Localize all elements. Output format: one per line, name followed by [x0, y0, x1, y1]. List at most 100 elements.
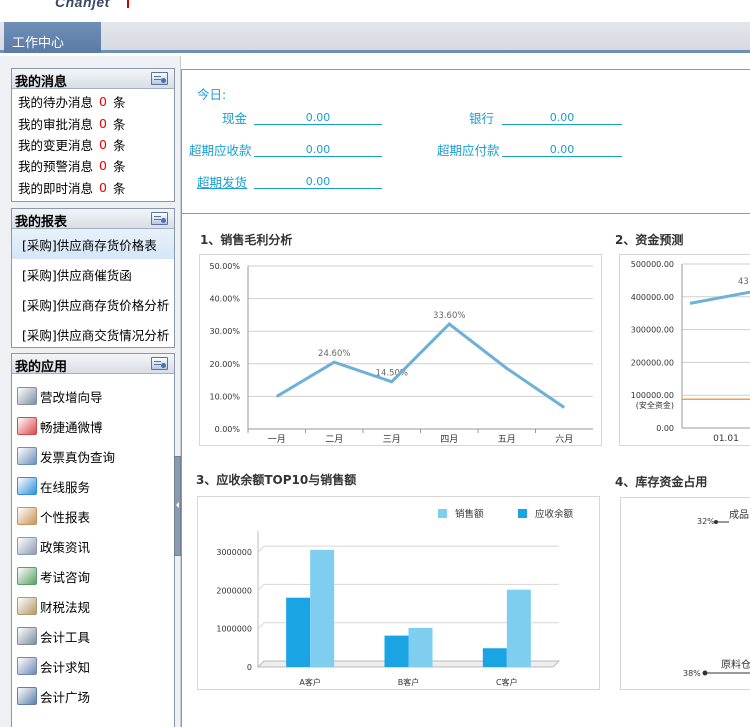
- apps-panel-title: 我的应用: [15, 360, 68, 375]
- report-label: [采购]供应商催货函: [22, 267, 132, 283]
- chart4-box: 32% 成品 38% 原料仓: [620, 497, 750, 690]
- message-unit: 条: [113, 137, 126, 153]
- pie-leader-dot: [714, 520, 718, 524]
- inventory-pie-chart: 32% 成品 38% 原料仓: [683, 509, 750, 678]
- message-label: 我的即时消息: [18, 180, 94, 196]
- app-item[interactable]: 考试咨询: [12, 561, 174, 591]
- x-tick-label: 三月: [383, 434, 401, 445]
- data-label: 33.60%: [433, 311, 465, 321]
- y-tick-label: 0.00%: [215, 425, 241, 434]
- x-tick-label: B客户: [398, 677, 420, 687]
- app-label: 畅捷通微博: [40, 419, 103, 435]
- chart1-title: 1、销售毛利分析: [200, 233, 293, 247]
- app-item[interactable]: 财税法规: [12, 591, 174, 621]
- app-label: 个性报表: [40, 509, 91, 525]
- message-item[interactable]: 我的变更消息 0 条: [12, 134, 174, 155]
- chart2-title: 2、资金预测: [615, 233, 684, 247]
- y-tick-label: 500000.00: [631, 260, 674, 269]
- app-item[interactable]: 会计广场: [12, 681, 174, 711]
- legend-swatch: [438, 509, 447, 518]
- y-tick-label: 100000.00: [631, 391, 674, 400]
- reports-panel-title: 我的报表: [15, 215, 68, 230]
- app-label: 营改增向导: [40, 389, 103, 405]
- message-count: 0: [99, 179, 107, 195]
- safety-label: (安全资金): [636, 400, 674, 410]
- gridline: [257, 583, 559, 591]
- report-icon: [17, 507, 37, 525]
- app-item[interactable]: 营改增向导: [12, 381, 174, 411]
- y-tick-label: 20.00%: [209, 360, 240, 369]
- bar-应收余额: [482, 648, 507, 667]
- y-tick-label: 400000.00: [631, 293, 674, 302]
- tab-work-center[interactable]: 工作中心: [4, 22, 101, 53]
- y-tick-label: 10.00%: [209, 392, 240, 401]
- magnifier-icon: [17, 447, 37, 465]
- book-icon: [17, 597, 37, 615]
- pie-label: 成品: [729, 509, 749, 521]
- report-label: [采购]供应商交货情况分析: [22, 327, 170, 343]
- overdue-delivery-link[interactable]: 超期发货: [197, 172, 247, 191]
- app-item[interactable]: 畅捷通微博: [12, 411, 174, 441]
- message-item[interactable]: 我的待办消息 0 条: [12, 91, 174, 112]
- panel-settings-icon[interactable]: [151, 212, 168, 225]
- bar-销售额: [310, 549, 335, 667]
- message-unit: 条: [113, 180, 126, 196]
- x-tick-label: 五月: [498, 434, 516, 445]
- panel-settings-icon[interactable]: [151, 72, 168, 85]
- app-item[interactable]: 会计工具: [12, 621, 174, 651]
- app-label: 会计广场: [40, 689, 91, 705]
- chart2-box: 0.00 100000.00 200000.00 300000.00 400000.00…: [619, 254, 750, 446]
- overdue-receivable-label: 超期应收款: [189, 143, 252, 158]
- today-label: 今日:: [197, 87, 227, 102]
- message-item[interactable]: 我的预警消息 0 条: [12, 155, 174, 176]
- gross-profit-line-chart: 0.00% 10.00% 20.00% 30.00% 40.00% 50.00% 一月 二月 2…: [209, 262, 593, 445]
- app-label: 会计工具: [40, 629, 91, 645]
- message-unit: 条: [113, 159, 126, 175]
- app-item[interactable]: 政策资讯: [12, 531, 174, 561]
- message-label: 我的审批消息: [18, 116, 94, 132]
- sidebar-collapse-handle[interactable]: [174, 456, 181, 556]
- apps-panel-header: 我的应用: [12, 354, 174, 375]
- receivable-sales-bar-chart: 0 1000000 2000000 3000000 A客户 B客户 C客户 销售额 应收余额: [216, 508, 573, 687]
- app-list: 营改增向导畅捷通微博发票真伪查询在线服务个性报表政策资讯考试咨询财税法规会计工具…: [12, 374, 174, 711]
- top-bar: Chanjet: [0, 0, 750, 22]
- report-label: [采购]供应商存货价格分析: [22, 297, 170, 313]
- report-item[interactable]: [采购]供应商存货价格分析: [12, 289, 174, 319]
- wizard-icon: [17, 387, 37, 405]
- legend-label: 销售额: [455, 508, 484, 520]
- chart1-box: 0.00% 10.00% 20.00% 30.00% 40.00% 50.00% 一月 二月 2…: [199, 254, 602, 446]
- x-tick-label: 一月: [268, 434, 286, 445]
- message-item[interactable]: 我的即时消息 0 条: [12, 177, 174, 198]
- message-label: 我的变更消息: [18, 137, 94, 153]
- message-unit: 条: [113, 116, 126, 132]
- message-unit: 条: [113, 95, 126, 111]
- pie-label: 原料仓: [721, 658, 750, 671]
- report-item[interactable]: [采购]供应商催货函: [12, 259, 174, 289]
- message-item[interactable]: 我的审批消息 0 条: [12, 112, 174, 133]
- report-item[interactable]: [采购]供应商存货价格表: [12, 229, 174, 259]
- y-tick-label: 0: [247, 663, 252, 672]
- panel-settings-icon[interactable]: [151, 357, 168, 370]
- message-label: 我的待办消息: [18, 95, 94, 111]
- app-label: 在线服务: [40, 479, 91, 495]
- report-item[interactable]: [采购]供应商交货情况分析: [12, 319, 174, 349]
- y-tick-label: 2000000: [216, 586, 252, 595]
- app-label: 考试咨询: [40, 569, 91, 585]
- app-item[interactable]: 发票真伪查询: [12, 441, 174, 471]
- app-item[interactable]: 会计求知: [12, 651, 174, 681]
- y-tick-label: 50.00%: [209, 262, 240, 271]
- app-window: { "app": {"logo": "Chanjet", "tab": "工作中…: [0, 0, 750, 727]
- messages-panel-header: 我的消息: [12, 69, 174, 90]
- tab-bar: 工作中心: [0, 22, 750, 53]
- app-item[interactable]: 个性报表: [12, 501, 174, 531]
- x-tick-label: 六月: [555, 433, 573, 445]
- app-item[interactable]: 在线服务: [12, 471, 174, 501]
- message-count: 0: [99, 115, 107, 131]
- chat-bubble-icon: [17, 477, 37, 495]
- calculator-icon: [17, 627, 37, 645]
- chart3-title: 3、应收余额TOP10与销售额: [196, 473, 357, 487]
- app-label: 会计求知: [40, 659, 91, 675]
- square-icon: [17, 687, 37, 705]
- message-label: 我的预警消息: [18, 159, 94, 175]
- overdue-payable-value: 0.00: [502, 141, 622, 157]
